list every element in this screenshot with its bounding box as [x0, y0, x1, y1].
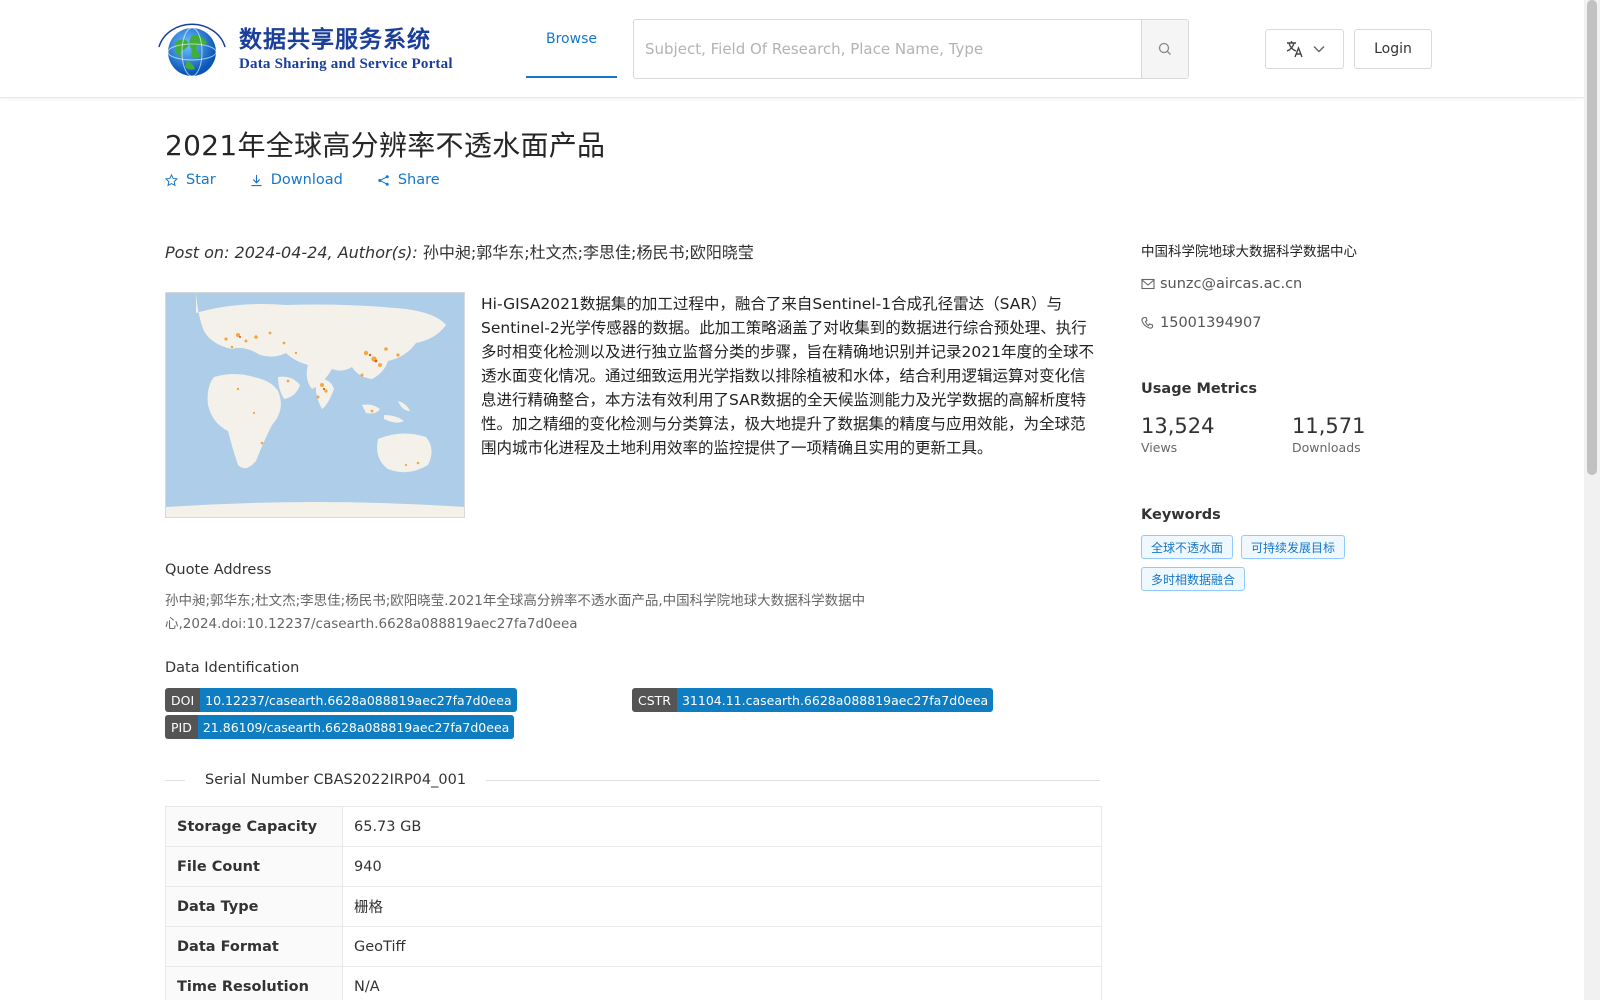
site-logo[interactable]: 数据共享服务系统 Data Sharing and Service Portal [153, 20, 453, 80]
login-button[interactable]: Login [1354, 29, 1432, 69]
download-icon [251, 174, 262, 186]
chevron-down-icon [1313, 46, 1324, 53]
page-title: 2021年全球高分辨率不透水面产品 [165, 129, 606, 162]
phone-text: 15001394907 [1160, 315, 1262, 331]
dataset-actions: Star Download Share [165, 172, 440, 188]
share-button[interactable]: Share [377, 172, 440, 188]
cstr-key: CSTR [632, 688, 677, 712]
post-info: Post on: 2024-04-24, Author(s): 孙中昶;郭华东;… [165, 239, 754, 263]
translate-icon [1286, 41, 1303, 58]
logo-title-en: Data Sharing and Service Portal [239, 56, 453, 72]
views-label: Views [1141, 440, 1178, 455]
pid-badge[interactable]: PID 21.86109/casearth.6628a088819aec27fa… [165, 715, 515, 739]
cstr-value: 31104.11.casearth.6628a088819aec27fa7d0e… [676, 688, 994, 712]
row-value: N/A [342, 966, 1102, 1000]
views-metric: 13,524 Views [1141, 414, 1214, 455]
row-value: 栅格 [342, 886, 1102, 927]
row-key: Data Format [165, 926, 343, 967]
search-input[interactable] [634, 20, 1141, 78]
contact-email[interactable]: sunzc@aircas.ac.cn [1141, 276, 1302, 292]
search-button[interactable] [1141, 20, 1188, 78]
download-label: Download [270, 172, 343, 188]
row-value: 65.73 GB [342, 806, 1102, 847]
quote-address-text: 孙中昶;郭华东;杜文杰;李思佳;杨民书;欧阳晓莹.2021年全球高分辨率不透水面… [165, 593, 866, 632]
organization-name: 中国科学院地球大数据科学数据中心 [1141, 244, 1357, 260]
keyword-tag[interactable]: 可持续发展目标 [1241, 535, 1346, 559]
pid-key: PID [165, 715, 198, 739]
contact-phone: 15001394907 [1141, 315, 1261, 331]
nav-browse-tab[interactable]: Browse [526, 0, 617, 78]
doi-value: 10.12237/casearth.6628a088819aec27fa7d0e… [200, 688, 517, 712]
quote-address-heading: Quote Address [165, 562, 272, 578]
mail-icon [1141, 278, 1155, 290]
dataset-description: Hi-GISA2021数据集的加工过程中，融合了来自Sentinel-1合成孔径… [481, 295, 1094, 457]
star-icon [165, 173, 178, 186]
phone-icon [1141, 316, 1154, 329]
world-map-image [166, 293, 464, 517]
star-button[interactable]: Star [165, 172, 216, 188]
page-scrollbar[interactable] [1584, 0, 1600, 1000]
authors: 孙中昶;郭华东;杜文杰;李思佳;杨民书;欧阳晓莹 [422, 243, 754, 262]
table-row: Data Type 栅格 [165, 886, 1102, 927]
usage-metrics-heading: Usage Metrics [1141, 381, 1257, 397]
cstr-badge[interactable]: CSTR 31104.11.casearth.6628a088819aec27f… [632, 688, 994, 712]
table-row: File Count 940 [165, 846, 1102, 887]
data-identification-heading: Data Identification [165, 660, 300, 676]
row-key: Data Type [165, 886, 343, 927]
download-button[interactable]: Download [250, 172, 343, 188]
share-label: Share [397, 172, 440, 188]
row-value: GeoTiff [342, 926, 1102, 967]
dataset-thumbnail[interactable] [165, 292, 465, 518]
doi-badge[interactable]: DOI 10.12237/casearth.6628a088819aec27fa… [165, 688, 517, 712]
keywords-heading: Keywords [1141, 507, 1221, 523]
keyword-tag[interactable]: 全球不透水面 [1141, 535, 1234, 559]
top-header: 数据共享服务系统 Data Sharing and Service Portal… [0, 0, 1584, 98]
row-key: Storage Capacity [165, 806, 343, 847]
divider-line [486, 779, 1100, 781]
doi-key: DOI [165, 688, 201, 712]
downloads-label: Downloads [1292, 440, 1361, 455]
search-icon [1158, 42, 1171, 55]
views-count: 13,524 [1141, 414, 1215, 438]
downloads-metric: 11,571 Downloads [1292, 414, 1365, 455]
row-key: Time Resolution [165, 966, 343, 1000]
row-value: 940 [342, 846, 1102, 887]
serial-number-divider: Serial Number CBAS2022IRP04_001 [165, 772, 1100, 788]
serial-number: Serial Number CBAS2022IRP04_001 [205, 772, 467, 788]
search-box [633, 19, 1189, 79]
table-row: Storage Capacity 65.73 GB [165, 806, 1102, 847]
post-date-label: Post on: 2024-04-24, Author(s): [165, 243, 418, 262]
table-row: Data Format GeoTiff [165, 926, 1102, 967]
divider-line [165, 779, 185, 781]
star-label: Star [186, 172, 216, 188]
scrollbar-thumb[interactable] [1587, 0, 1597, 475]
dataset-info-table: Storage Capacity 65.73 GB File Count 940… [165, 806, 1102, 1000]
globe-logo-icon [158, 23, 226, 77]
row-key: File Count [165, 846, 343, 887]
share-icon [378, 174, 389, 186]
table-row: Time Resolution N/A [165, 966, 1102, 1000]
email-text: sunzc@aircas.ac.cn [1160, 276, 1303, 292]
logo-title-cn: 数据共享服务系统 [239, 27, 431, 53]
downloads-count: 11,571 [1292, 414, 1366, 438]
language-switch-button[interactable] [1265, 29, 1344, 69]
keyword-tag[interactable]: 多时相数据融合 [1141, 567, 1246, 591]
pid-value: 21.86109/casearth.6628a088819aec27fa7d0e… [197, 715, 515, 739]
